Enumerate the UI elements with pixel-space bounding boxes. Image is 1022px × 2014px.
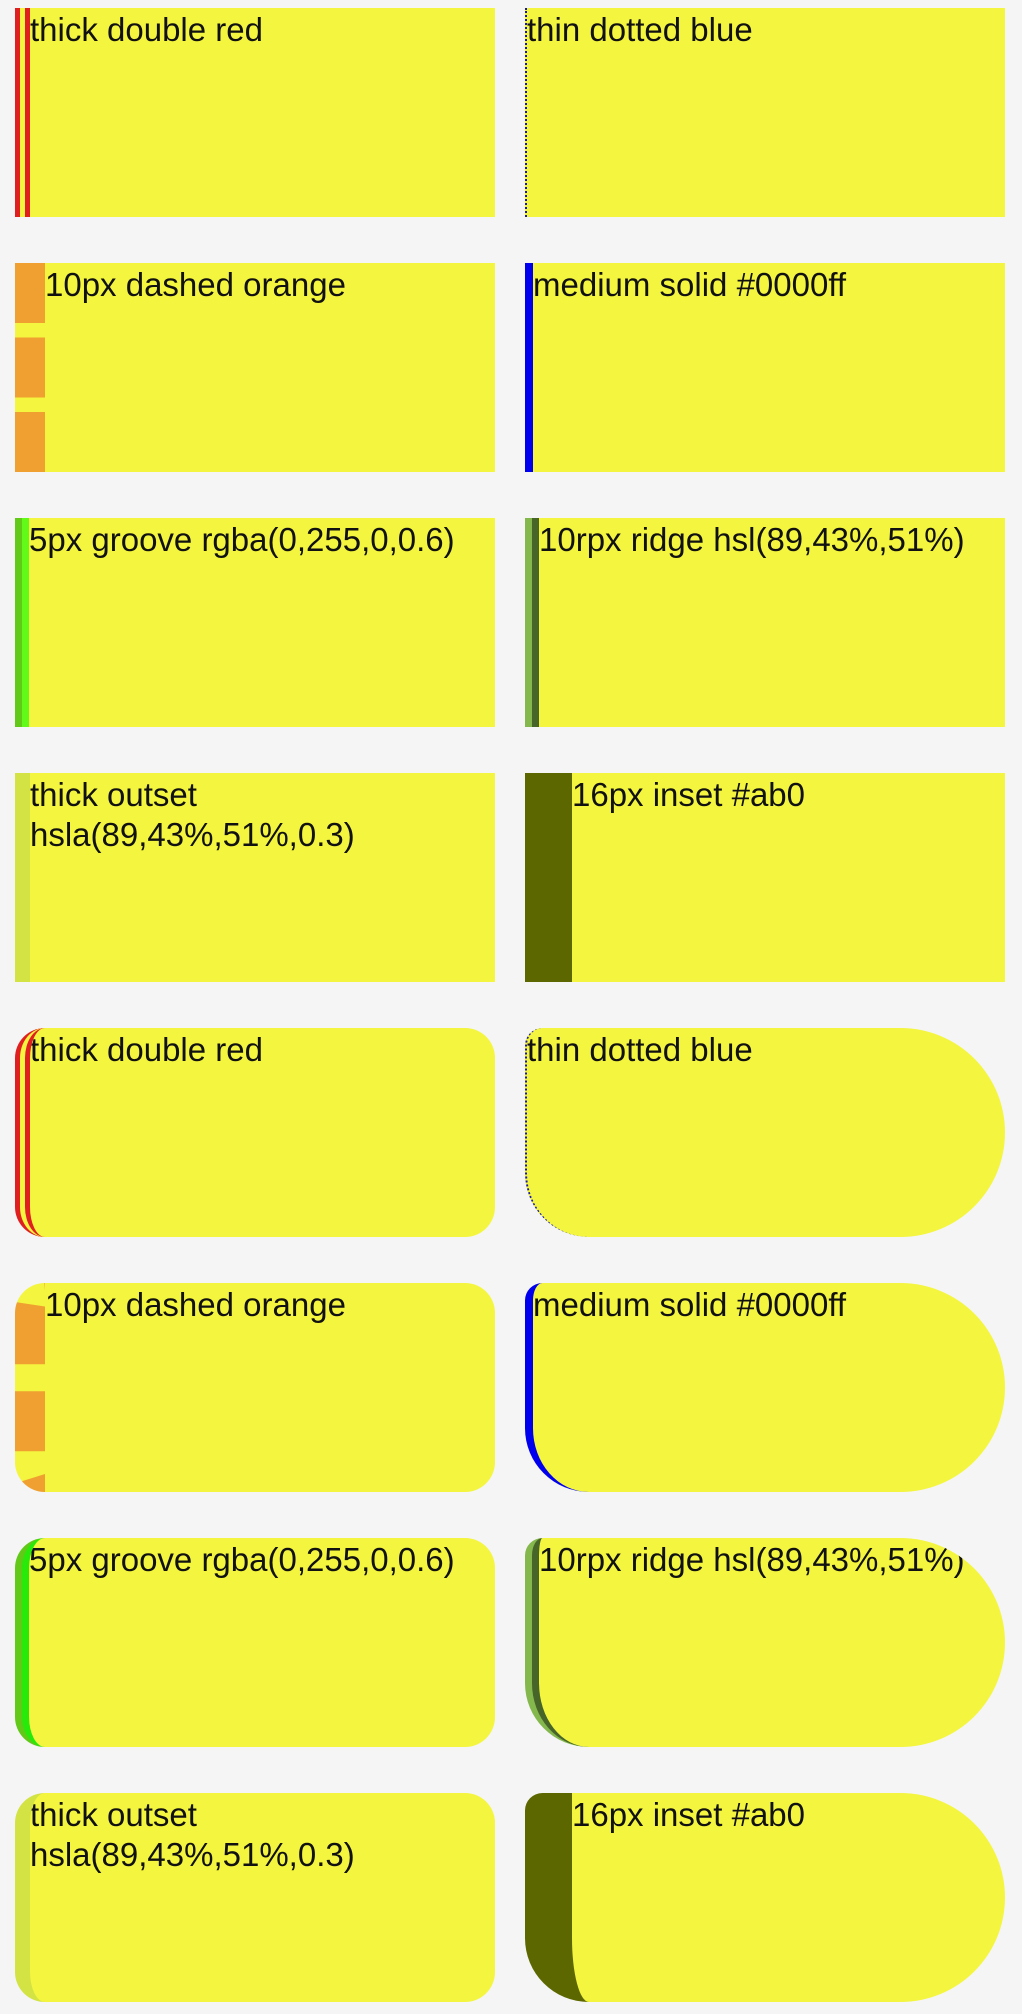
- border-box-dashed-orange: 10px dashed orange: [15, 263, 495, 472]
- border-box-label: thin dotted blue: [527, 11, 753, 48]
- border-box-label: 5px groove rgba(0,255,0,0.6): [29, 1541, 455, 1578]
- border-box-ridge-hsl: 10rpx ridge hsl(89,43%,51%): [525, 518, 1005, 727]
- rounded-box-thin-dotted-blue: thin dotted blue: [525, 1028, 1005, 1237]
- border-box-label: 10px dashed orange: [45, 266, 346, 303]
- border-box-label: thick double red: [30, 1031, 263, 1068]
- border-box-label: thick double red: [30, 11, 263, 48]
- border-box-label: medium solid #0000ff: [533, 266, 847, 303]
- border-box-label: medium solid #0000ff: [533, 1286, 847, 1323]
- border-box-thick-double-red: thick double red: [15, 8, 495, 217]
- border-box-solid-blue: medium solid #0000ff: [525, 263, 1005, 472]
- border-box-label: 10px dashed orange: [45, 1286, 346, 1323]
- border-box-label: 16px inset #ab0: [572, 1796, 806, 1833]
- border-box-label: 10rpx ridge hsl(89,43%,51%): [539, 521, 965, 558]
- rounded-box-groove-green: 5px groove rgba(0,255,0,0.6): [15, 1538, 495, 1747]
- border-box-outset-hsla: thick outset hsla(89,43%,51%,0.3): [15, 773, 495, 982]
- rounded-box-thick-double-red: thick double red: [15, 1028, 495, 1237]
- border-box-thin-dotted-blue: thin dotted blue: [525, 8, 1005, 217]
- rounded-box-dashed-orange: 10px dashed orange: [15, 1283, 495, 1492]
- border-box-groove-green: 5px groove rgba(0,255,0,0.6): [15, 518, 495, 727]
- border-box-label: thick outset hsla(89,43%,51%,0.3): [30, 776, 355, 853]
- rounded-box-solid-blue: medium solid #0000ff: [525, 1283, 1005, 1492]
- border-box-label: 10rpx ridge hsl(89,43%,51%): [539, 1541, 965, 1578]
- rounded-box-inset-ab0: 16px inset #ab0: [525, 1793, 1005, 2002]
- border-box-label: thick outset hsla(89,43%,51%,0.3): [30, 1796, 355, 1873]
- border-box-label: thin dotted blue: [527, 1031, 753, 1068]
- border-box-label: 5px groove rgba(0,255,0,0.6): [29, 521, 455, 558]
- rounded-box-ridge-hsl: 10rpx ridge hsl(89,43%,51%): [525, 1538, 1005, 1747]
- border-box-label: 16px inset #ab0: [572, 776, 806, 813]
- border-demo-grid: thick double red thin dotted blue 10px d…: [15, 8, 1005, 2002]
- border-box-inset-ab0: 16px inset #ab0: [525, 773, 1005, 982]
- rounded-box-outset-hsla: thick outset hsla(89,43%,51%,0.3): [15, 1793, 495, 2002]
